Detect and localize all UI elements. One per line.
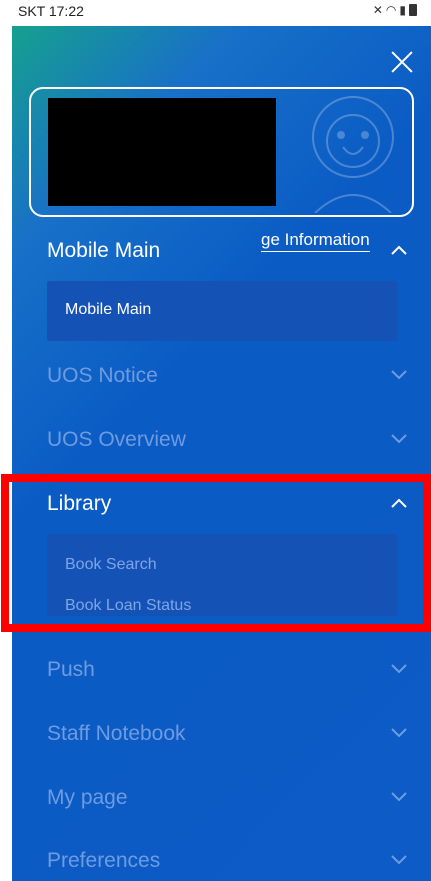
menu-label: My page bbox=[47, 786, 128, 809]
chevron-down-icon bbox=[391, 370, 407, 380]
menu-label: UOS Notice bbox=[47, 364, 158, 387]
menu-staff-notebook[interactable]: Staff Notebook bbox=[47, 722, 407, 752]
status-time: SKT 17:22 bbox=[18, 3, 84, 19]
submenu-mobile-main: Mobile Main bbox=[47, 281, 397, 341]
menu-uos-overview[interactable]: UOS Overview bbox=[47, 428, 407, 458]
status-icons: ✕ ◠ ▮ bbox=[373, 3, 417, 17]
chevron-down-icon bbox=[391, 792, 407, 802]
battery-icon bbox=[409, 4, 417, 16]
chevron-down-icon bbox=[391, 855, 407, 865]
chevron-down-icon bbox=[391, 728, 407, 738]
submenu-item-mobile-main[interactable]: Mobile Main bbox=[65, 301, 151, 319]
menu-label: Preferences bbox=[47, 849, 161, 872]
chevron-up-icon bbox=[391, 245, 407, 255]
menu-label: Staff Notebook bbox=[47, 722, 186, 745]
signal-icon: ▮ bbox=[399, 3, 406, 17]
menu-uos-notice[interactable]: UOS Notice bbox=[47, 364, 407, 394]
menu-preferences[interactable]: Preferences bbox=[47, 849, 407, 879]
close-icon[interactable] bbox=[389, 48, 417, 76]
profile-card: ge Information bbox=[29, 87, 414, 252]
chevron-down-icon bbox=[391, 664, 407, 674]
menu-push[interactable]: Push bbox=[47, 658, 407, 688]
highlight-box bbox=[1, 474, 431, 632]
menu-label: Mobile Main bbox=[47, 239, 161, 262]
mute-icon: ✕ bbox=[372, 3, 383, 17]
menu-label: Push bbox=[47, 658, 95, 681]
status-bar: SKT 17:22 ✕ ◠ ▮ bbox=[0, 0, 431, 26]
menu-label: UOS Overview bbox=[47, 428, 186, 451]
mascot-icon bbox=[312, 96, 394, 213]
chevron-down-icon bbox=[391, 434, 407, 444]
menu-mobile-main[interactable]: Mobile Main bbox=[47, 239, 407, 269]
menu-my-page[interactable]: My page bbox=[47, 786, 407, 816]
redacted-info bbox=[48, 98, 276, 206]
wifi-icon: ◠ bbox=[385, 3, 397, 17]
navigation-drawer: ge Information Mobile Main Mobile Main U… bbox=[12, 26, 431, 881]
